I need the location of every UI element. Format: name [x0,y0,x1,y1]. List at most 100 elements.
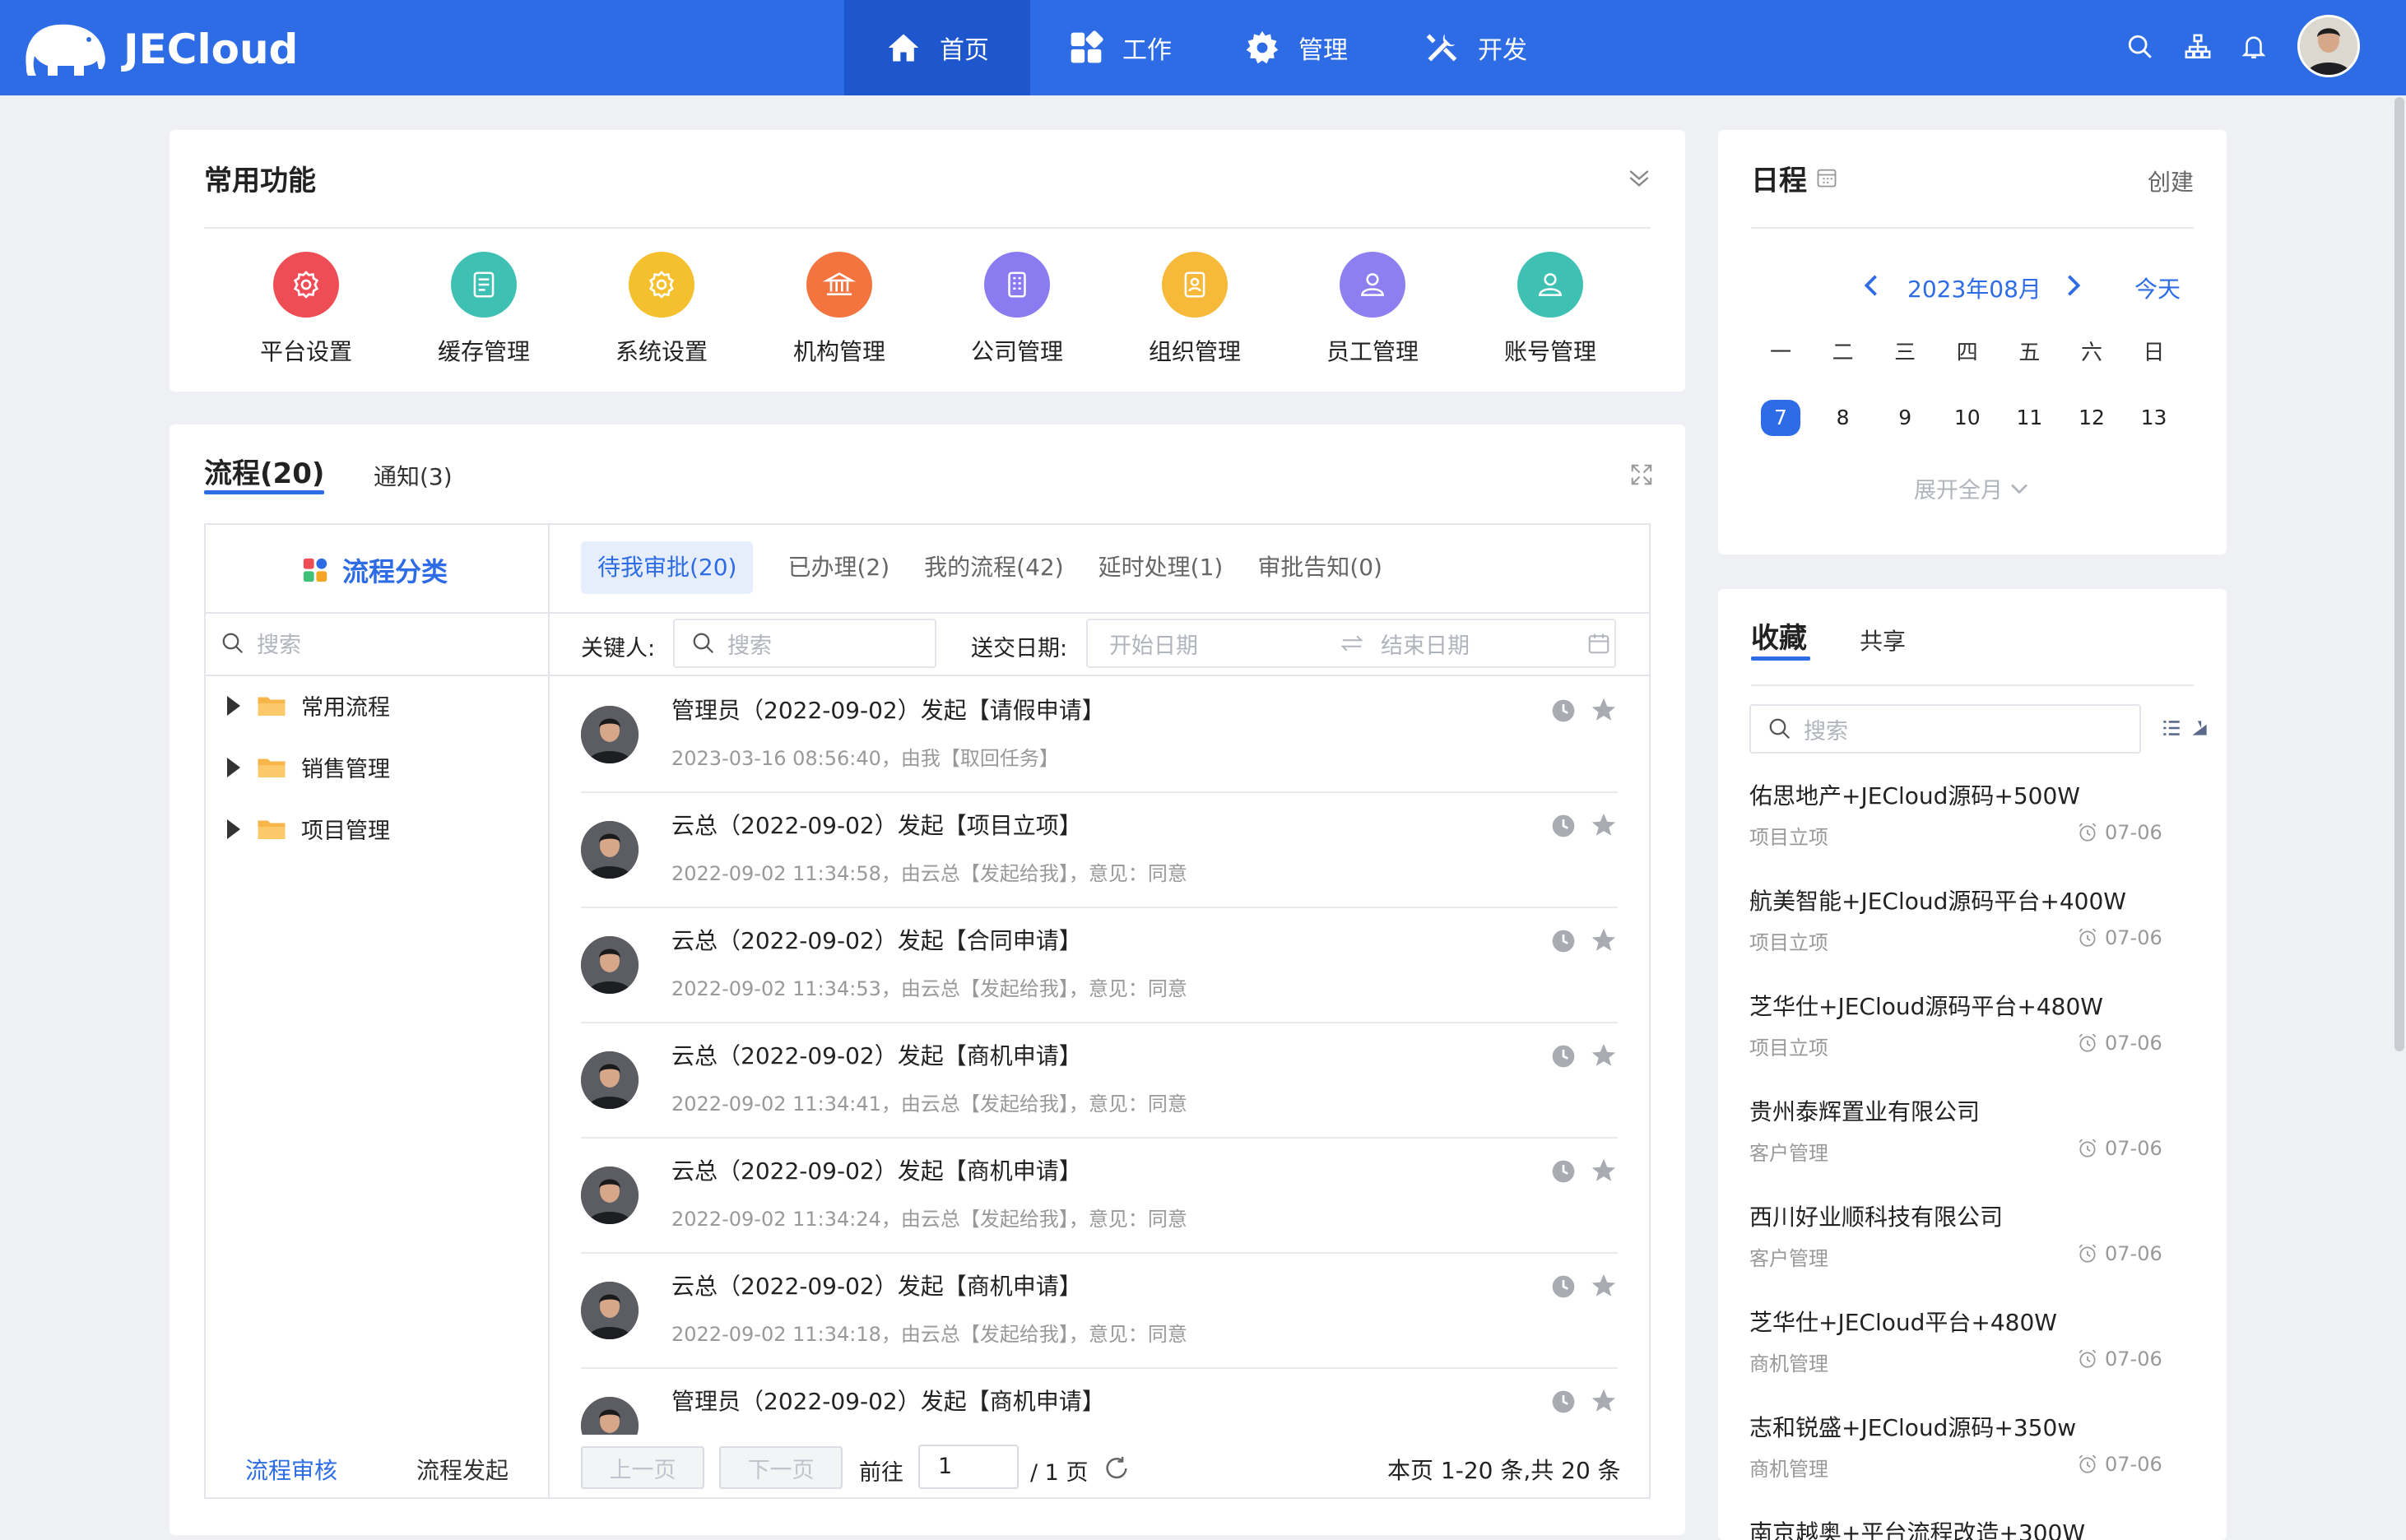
search-icon [693,633,714,654]
favorites-search-input[interactable]: 搜索 [1749,704,2141,754]
tab-pending-approval[interactable]: 待我审批(20) [581,541,754,594]
flow-list-item[interactable]: 云总（2022-09-02）发起【商机申请】 2022-09-02 11:34:… [581,1139,1618,1254]
sort-icon[interactable] [2189,717,2210,739]
calendar-day-today[interactable]: 7 [1761,400,1800,436]
weekday: 五 [2018,341,2041,365]
favorite-title: 佑思地产+JECloud源码+500W [1749,782,2080,809]
star-icon[interactable] [1590,1041,1618,1069]
expand-month-button[interactable]: 展开全月 [1914,472,2029,504]
star-icon[interactable] [1590,1157,1618,1185]
tab-flow[interactable]: 流程(20) [204,451,324,491]
date-range-picker[interactable]: 开始日期 结束日期 [1086,619,1616,668]
star-icon[interactable] [1590,811,1618,839]
next-page-button[interactable]: 下一页 [719,1446,843,1489]
prev-page-button[interactable]: 上一页 [581,1446,704,1489]
star-icon[interactable] [1590,1272,1618,1300]
tab-approval-notice[interactable]: 审批告知(0) [1257,541,1382,594]
elephant-logo-icon[interactable] [20,18,112,79]
func-system-settings[interactable]: 系统设置 [596,252,727,367]
tree-item[interactable]: 销售管理 [225,751,390,783]
user-icon [1517,252,1583,318]
flow-list-item[interactable]: 管理员（2022-09-02）发起【请假申请】 2023-03-16 08:56… [581,678,1618,793]
tab-favorites[interactable]: 收藏 [1751,615,1807,656]
star-icon[interactable] [1590,1387,1618,1415]
clock-icon[interactable] [1550,813,1577,839]
flow-list-item[interactable]: 云总（2022-09-02）发起【项目立项】 2022-09-02 11:34:… [581,793,1618,908]
clock-icon[interactable] [1550,928,1577,954]
page-number-input[interactable]: 1 [918,1445,1019,1489]
func-platform-settings[interactable]: 平台设置 [240,252,372,367]
category-search-input[interactable]: 搜索 [221,627,301,659]
clock-icon[interactable] [1550,1043,1577,1069]
flow-list-item[interactable]: 云总（2022-09-02）发起【商机申请】 2022-09-02 11:34:… [581,1254,1618,1369]
tab-processed[interactable]: 已办理(2) [771,541,906,594]
favorite-item[interactable]: 志和锐盛+JECloud源码+350w 商机管理 07-06 [1749,1410,2210,1515]
bell-icon[interactable] [2240,33,2268,61]
tree-item[interactable]: 项目管理 [225,813,390,845]
flow-item-subtitle: 2022-09-02 11:34:53，由云总【发起给我】，意见：同意 [671,977,1187,1000]
org-chart-icon[interactable] [2184,33,2212,61]
calendar-day[interactable]: 12 [2067,400,2116,436]
flow-list-item[interactable]: 云总（2022-09-02）发起【合同申请】 2022-09-02 11:34:… [581,908,1618,1023]
star-icon[interactable] [1590,696,1618,724]
star-icon[interactable] [1590,926,1618,954]
chevron-right-icon[interactable] [2064,273,2083,298]
flow-item-subtitle: 2023-03-16 08:56:40，由我【取回任务】 [671,747,1059,770]
calendar-day[interactable]: 10 [1943,400,1992,436]
favorite-item[interactable]: 芝华仕+JECloud平台+480W 商机管理 07-06 [1749,1305,2210,1410]
today-button[interactable]: 今天 [2134,271,2181,304]
favorite-item[interactable]: 佑思地产+JECloud源码+500W 项目立项 07-06 [1749,778,2210,884]
flow-list-item[interactable]: 云总（2022-09-02）发起【商机申请】 2022-09-02 11:34:… [581,1023,1618,1139]
tab-share[interactable]: 共享 [1860,624,1906,656]
chevron-left-icon[interactable] [1861,273,1881,298]
nav-manage-label: 管理 [1298,36,1348,65]
tab-notice[interactable]: 通知(3) [374,459,453,492]
favorite-category: 项目立项 [1749,931,1828,954]
keyword-label: 关键人: [581,636,656,661]
flow-review-link[interactable]: 流程审核 [245,1453,337,1486]
flow-item-title: 云总（2022-09-02）发起【商机申请】 [671,1042,1082,1069]
favorite-item[interactable]: 南京越奥+平台流程改造+300W [1749,1515,2210,1540]
clock-icon[interactable] [1550,1273,1577,1300]
user-avatar[interactable] [2297,15,2360,77]
tree-item[interactable]: 常用流程 [225,689,390,721]
list-view-icon[interactable] [2161,717,2182,739]
flow-start-link[interactable]: 流程发起 [416,1453,509,1486]
nav-manage[interactable]: 管理 [1203,0,1389,95]
func-organization-management[interactable]: 组织管理 [1129,252,1261,367]
favorite-item[interactable]: 贵州泰辉置业有限公司 客户管理 07-06 [1749,1094,2210,1199]
tab-delayed[interactable]: 延时处理(1) [1082,541,1240,594]
calendar-day[interactable]: 13 [2130,400,2179,436]
func-employee-management[interactable]: 员工管理 [1307,252,1438,367]
create-event-link[interactable]: 创建 [2148,165,2194,197]
keyword-search-input[interactable]: 搜索 [673,619,936,668]
favorite-item[interactable]: 西川好业顺科技有限公司 客户管理 07-06 [1749,1199,2210,1305]
flow-list-item[interactable]: 管理员（2022-09-02）发起【商机申请】 [581,1369,1618,1435]
calendar-day[interactable]: 11 [2004,400,2054,436]
clock-icon[interactable] [1550,698,1577,724]
favorites-search-placeholder: 搜索 [1804,718,1848,744]
clock-icon[interactable] [1550,1158,1577,1185]
nav-home[interactable]: 首页 [844,0,1030,95]
tab-my-flows[interactable]: 我的流程(42) [924,541,1063,594]
collapse-chevron-icon[interactable] [1626,165,1652,191]
func-institution-management[interactable]: 机构管理 [773,252,905,367]
clock-icon[interactable] [1550,1389,1577,1415]
nav-develop-label: 开发 [1478,36,1527,65]
favorite-item[interactable]: 航美智能+JECloud源码平台+400W 项目立项 07-06 [1749,884,2210,989]
fullscreen-icon[interactable] [1629,462,1654,487]
calendar-day[interactable]: 9 [1880,400,1930,436]
page-scrollbar[interactable] [2394,97,2404,1051]
search-icon[interactable] [2126,33,2154,61]
nav-develop[interactable]: 开发 [1382,0,1568,95]
func-company-management[interactable]: 公司管理 [951,252,1083,367]
flow-item-title: 云总（2022-09-02）发起【商机申请】 [671,1157,1082,1185]
favorite-date-text: 07-06 [2105,1348,2162,1371]
refresh-icon[interactable] [1103,1454,1131,1482]
func-account-management[interactable]: 账号管理 [1484,252,1616,367]
favorite-item[interactable]: 芝华仕+JECloud源码平台+480W 项目立项 07-06 [1749,989,2210,1094]
favorite-date: 07-06 [2077,1348,2162,1371]
calendar-day[interactable]: 8 [1818,400,1868,436]
nav-work[interactable]: 工作 [1027,0,1213,95]
func-cache-management[interactable]: 缓存管理 [418,252,550,367]
